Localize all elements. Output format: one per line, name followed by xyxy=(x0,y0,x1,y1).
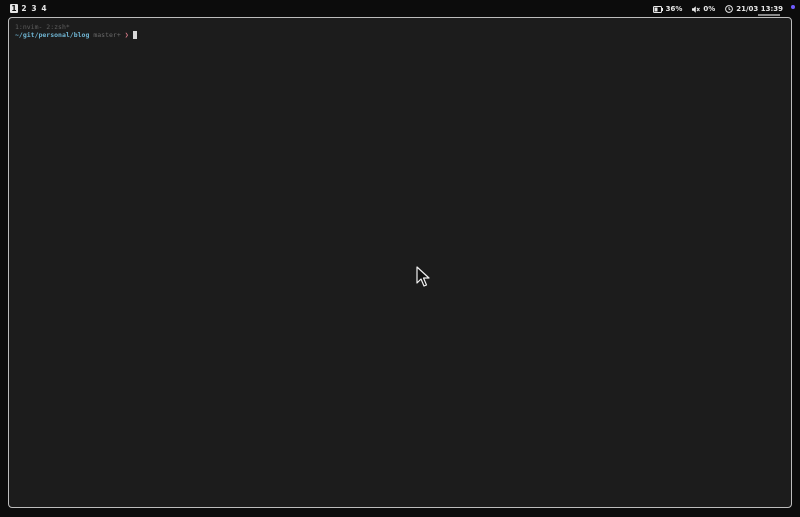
git-branch: master+ xyxy=(93,31,121,39)
workspace-switcher: 1 2 3 4 xyxy=(10,4,48,13)
terminal-window[interactable]: 1:nvim- 2:zsh* ~/git/personal/blog maste… xyxy=(8,17,792,508)
tmux-window-list: 1:nvim- 2:zsh* xyxy=(15,23,70,31)
volume-indicator[interactable]: 0% xyxy=(692,5,715,13)
volume-level: 0% xyxy=(703,5,716,13)
battery-indicator[interactable]: 36% xyxy=(652,5,683,13)
clock-icon xyxy=(725,5,734,13)
text-cursor xyxy=(132,31,137,39)
mouse-pointer-icon xyxy=(416,266,430,287)
top-bar: 1 2 3 4 36% 0% 21/03 13:39 xyxy=(0,0,800,17)
status-area: 36% 0% 21/03 13:39 xyxy=(652,4,800,14)
clock-underline xyxy=(758,14,780,16)
battery-level: 36% xyxy=(665,5,683,13)
workspace-3[interactable]: 3 xyxy=(30,4,38,13)
workspace-1[interactable]: 1 xyxy=(10,4,18,13)
workspace-2[interactable]: 2 xyxy=(20,4,28,13)
battery-icon xyxy=(652,5,663,13)
volume-muted-icon xyxy=(692,5,701,13)
prompt-symbol: ❯ xyxy=(124,31,129,39)
workspace-4[interactable]: 4 xyxy=(40,4,48,13)
shell-prompt: ~/git/personal/blog master+ ❯ xyxy=(15,31,137,39)
prompt-path: ~/git/personal/blog xyxy=(15,31,90,39)
clock[interactable]: 21/03 13:39 xyxy=(725,5,783,13)
datetime: 21/03 13:39 xyxy=(736,5,783,13)
notification-dot[interactable] xyxy=(791,5,795,9)
